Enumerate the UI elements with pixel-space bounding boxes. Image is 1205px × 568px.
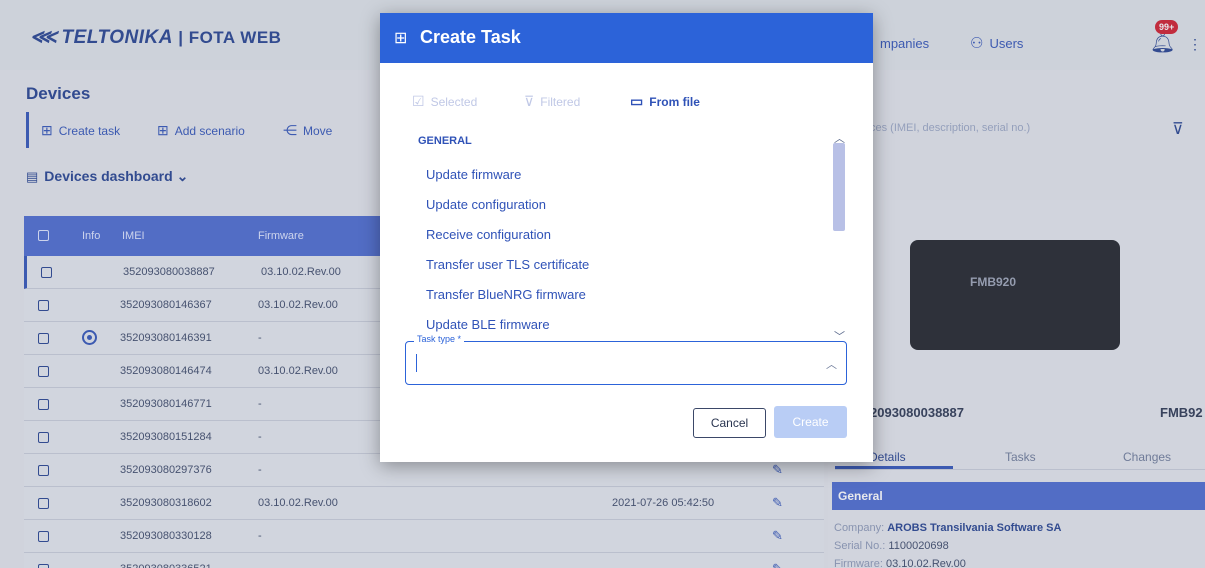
- list-item[interactable]: Update BLE firmware: [426, 317, 550, 332]
- target-tabs: ☑ Selected ⊽ Filtered ▭ From file: [412, 89, 852, 113]
- chevron-up-icon[interactable]: ︿: [826, 356, 837, 372]
- list-item[interactable]: Update firmware: [426, 167, 521, 182]
- tab-filtered[interactable]: ⊽ Filtered: [524, 93, 580, 110]
- folder-icon: ▭: [630, 93, 644, 109]
- list-item[interactable]: Transfer BlueNRG firmware: [426, 287, 586, 302]
- list-item[interactable]: Update configuration: [426, 197, 546, 212]
- filter-icon: ⊽: [524, 93, 535, 109]
- cancel-button[interactable]: Cancel: [693, 408, 766, 438]
- dialog-header: ⊞ Create Task: [380, 13, 873, 63]
- dialog-title: Create Task: [420, 27, 521, 47]
- create-button[interactable]: Create: [774, 406, 847, 438]
- create-task-icon: ⊞: [394, 30, 408, 47]
- task-type-list: GENERAL Update firmware Update configura…: [410, 123, 850, 341]
- category-general: GENERAL: [418, 135, 472, 147]
- task-type-input[interactable]: [416, 354, 816, 372]
- list-item[interactable]: Receive configuration: [426, 227, 551, 242]
- task-type-field[interactable]: ︿: [405, 341, 847, 385]
- checkbox-icon: ☑: [412, 93, 425, 109]
- create-task-dialog: ⊞ Create Task ☑ Selected ⊽ Filtered ▭ From …: [380, 13, 873, 462]
- tab-from-file[interactable]: ▭ From file: [630, 93, 700, 110]
- list-item[interactable]: Transfer user TLS certificate: [426, 257, 589, 272]
- tab-selected[interactable]: ☑ Selected: [412, 93, 477, 110]
- scrollbar-thumb[interactable]: [833, 143, 845, 231]
- task-type-label: Task type *: [414, 334, 465, 344]
